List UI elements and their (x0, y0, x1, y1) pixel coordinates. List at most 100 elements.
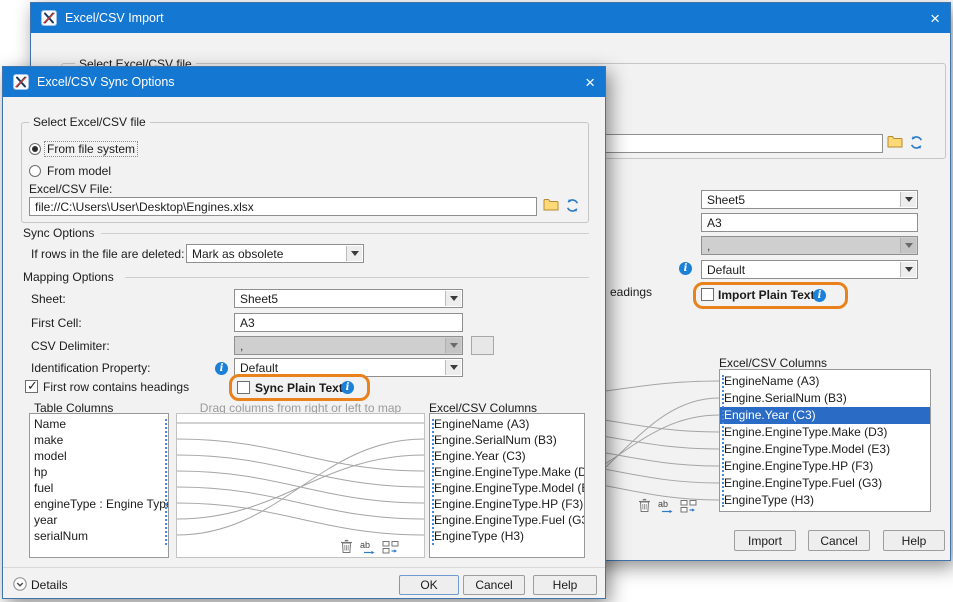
sheet-value: Sheet5 (240, 292, 278, 306)
sync-options-dialog: Excel/CSV Sync Options × Select Excel/CS… (2, 66, 606, 599)
map-by-order-icon[interactable] (382, 540, 399, 555)
csv-delimiter-combo: , (234, 336, 463, 355)
first-cell-value: A3 (240, 316, 255, 330)
sync-dialog-titlebar[interactable]: Excel/CSV Sync Options × (3, 67, 605, 97)
list-item[interactable]: Name (30, 416, 168, 432)
list-item[interactable]: Engine.EngineType.Make (D3) (430, 464, 584, 480)
import-help-button[interactable]: Help (883, 530, 945, 551)
chevron-down-icon (445, 360, 461, 375)
import-excel-columns-label: Excel/CSV Columns (719, 356, 827, 370)
list-item[interactable]: year (30, 512, 168, 528)
list-item[interactable]: Engine.EngineType.Model (E3) (430, 480, 584, 496)
from-model-label[interactable]: From model (47, 164, 111, 178)
file-path-input[interactable]: file://C:\Users\User\Desktop\Engines.xls… (29, 197, 537, 216)
divider (101, 233, 589, 234)
chevron-down-icon (445, 291, 461, 306)
first-cell-label: First Cell: (31, 316, 82, 330)
list-item[interactable]: model (30, 448, 168, 464)
refresh-icon[interactable] (565, 198, 580, 213)
import-button[interactable]: Import (734, 530, 796, 551)
list-item[interactable]: EngineType (H3) (430, 528, 584, 544)
list-item[interactable]: Engine.SerialNum (B3) (430, 432, 584, 448)
sync-close-icon[interactable]: × (585, 74, 595, 91)
list-item[interactable]: Engine.Year (C3) (430, 448, 584, 464)
sync-options-section-label: Sync Options (23, 226, 94, 240)
mapping-curves (177, 414, 424, 557)
info-icon[interactable]: i (341, 381, 354, 394)
help-button[interactable]: Help (533, 575, 597, 595)
divider (3, 567, 605, 568)
table-columns-list[interactable]: Name make model hp fuel engineType : Eng… (29, 413, 169, 558)
file-field-label: Excel/CSV File: (29, 182, 112, 196)
import-cancel-button[interactable]: Cancel (808, 530, 870, 551)
custom-delimiter-field (471, 336, 494, 355)
details-label[interactable]: Details (31, 578, 68, 592)
import-close-icon[interactable]: × (930, 10, 940, 27)
import-refresh-icon[interactable] (909, 135, 924, 150)
import-delimiter-combo: , (701, 236, 918, 255)
screen: Excel/CSV Import × Select Excel/CSV file… (0, 0, 953, 602)
id-property-value: Default (240, 361, 278, 375)
list-item[interactable]: EngineName (A3) (430, 416, 584, 432)
import-dialog-titlebar[interactable]: Excel/CSV Import × (31, 3, 950, 33)
list-item[interactable]: EngineType (H3) (720, 492, 930, 509)
first-cell-input[interactable]: A3 (234, 313, 463, 332)
first-row-headings-checkbox[interactable] (25, 380, 38, 393)
list-item[interactable]: Engine.SerialNum (B3) (720, 390, 930, 407)
list-item[interactable]: engineType : Engine Type (30, 496, 168, 512)
from-model-radio[interactable] (29, 165, 41, 177)
svg-text:ab: ab (658, 499, 668, 509)
import-first-cell-input[interactable]: A3 (701, 213, 918, 232)
mapping-options-section-label: Mapping Options (23, 270, 114, 284)
cancel-button[interactable]: Cancel (463, 575, 525, 595)
list-item[interactable]: Engine.EngineType.Model (E3) (720, 441, 930, 458)
divider (125, 277, 589, 278)
list-item[interactable]: Engine.EngineType.HP (F3) (430, 496, 584, 512)
chevron-down-icon (900, 192, 916, 207)
browse-folder-icon[interactable] (543, 198, 559, 211)
details-expander-icon[interactable] (13, 577, 27, 591)
info-icon[interactable]: i (215, 362, 228, 375)
list-item[interactable]: make (30, 432, 168, 448)
sheet-combo[interactable]: Sheet5 (234, 289, 463, 308)
deleted-rows-value: Mark as obsolete (192, 247, 283, 261)
list-item[interactable]: Engine.EngineType.Make (D3) (720, 424, 930, 441)
list-item[interactable]: Engine.Year (C3) (720, 407, 930, 424)
app-icon (13, 74, 29, 90)
list-item[interactable]: EngineName (A3) (720, 373, 930, 390)
list-item[interactable]: serialNum (30, 528, 168, 544)
import-browse-folder-icon[interactable] (887, 135, 903, 148)
ok-button[interactable]: OK (399, 575, 459, 595)
from-file-system-label[interactable]: From file system (45, 142, 137, 156)
id-property-label: Identification Property: (31, 361, 150, 375)
list-item[interactable]: Engine.EngineType.HP (F3) (720, 458, 930, 475)
info-icon[interactable]: i (813, 289, 826, 302)
from-file-system-radio[interactable] (29, 143, 41, 155)
sync-select-file-label: Select Excel/CSV file (29, 115, 150, 129)
first-row-headings-label[interactable]: First row contains headings (43, 380, 189, 394)
info-icon[interactable]: i (679, 262, 692, 275)
import-plain-text-checkbox[interactable] (701, 288, 714, 301)
map-by-order-icon[interactable] (680, 499, 697, 514)
deleted-rows-combo[interactable]: Mark as obsolete (186, 244, 364, 263)
chevron-down-icon (346, 246, 362, 261)
app-icon (41, 10, 57, 26)
import-headings-label-partial: eadings (610, 285, 652, 299)
mapping-anchor-line (722, 375, 724, 507)
delete-mapping-icon[interactable] (638, 498, 651, 513)
list-item[interactable]: Engine.EngineType.Fuel (G3) (720, 475, 930, 492)
import-sheet-combo[interactable]: Sheet5 (701, 190, 918, 209)
import-sheet-value: Sheet5 (707, 193, 745, 207)
import-id-property-combo[interactable]: Default (701, 260, 918, 279)
map-by-name-icon[interactable]: ab (360, 540, 378, 555)
mapping-anchor-line (165, 419, 167, 545)
list-item[interactable]: fuel (30, 480, 168, 496)
mapping-anchor-line (432, 419, 434, 545)
excel-columns-list[interactable]: EngineName (A3) Engine.SerialNum (B3) En… (429, 413, 585, 558)
map-by-name-icon[interactable]: ab (658, 499, 676, 514)
sync-plain-text-checkbox[interactable] (237, 381, 250, 394)
delete-mapping-icon[interactable] (340, 539, 353, 554)
import-excel-columns-list[interactable]: EngineName (A3) Engine.SerialNum (B3) En… (719, 369, 931, 512)
list-item[interactable]: hp (30, 464, 168, 480)
list-item[interactable]: Engine.EngineType.Fuel (G3) (430, 512, 584, 528)
